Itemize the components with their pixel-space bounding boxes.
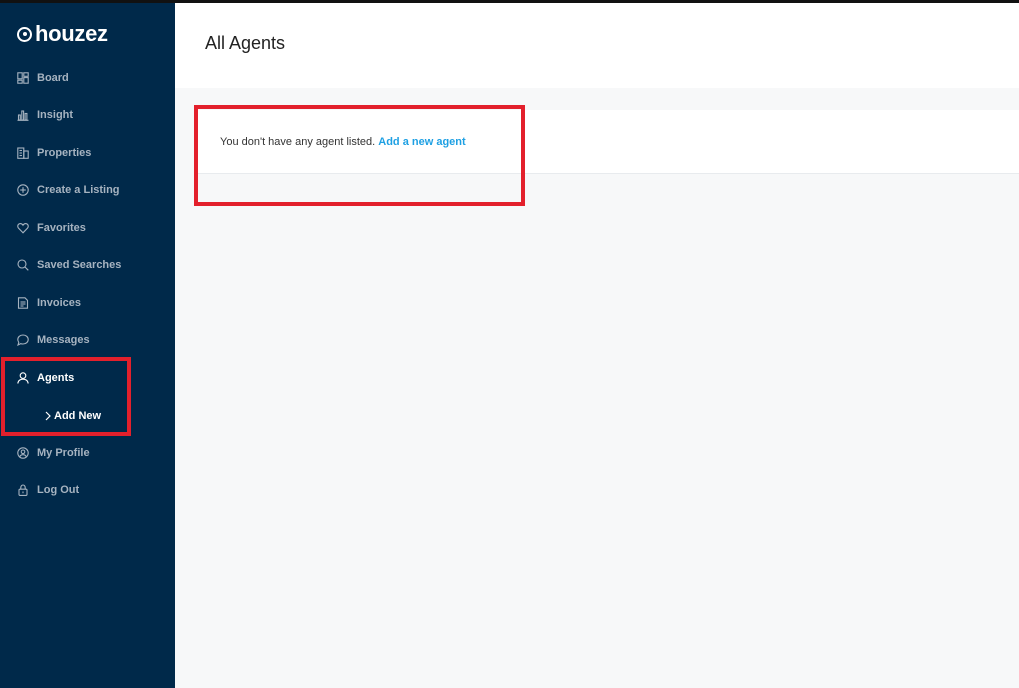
sidebar-item-agents[interactable]: Agents (16, 368, 74, 388)
sidebar-item-log-out[interactable]: Log Out (16, 480, 79, 500)
sidebar-item-board[interactable]: Board (16, 68, 69, 88)
chevron-right-icon (45, 411, 51, 421)
sidebar-item-label: Log Out (37, 484, 80, 496)
plus-circle-icon (16, 183, 30, 197)
sidebar-item-label: My Profile (37, 447, 90, 459)
empty-state-text: You don't have any agent listed. (220, 136, 376, 148)
chat-icon (16, 333, 30, 347)
bar-chart-icon (16, 108, 30, 122)
sidebar-item-label: Board (37, 72, 69, 84)
sidebar-item-saved-searches[interactable]: Saved Searches (16, 255, 121, 275)
sidebar-item-label: Create a Listing (37, 184, 120, 196)
invoice-icon (16, 296, 30, 310)
sidebar-subitem-label: Add New (54, 410, 102, 422)
heart-icon (16, 221, 30, 235)
lock-icon (16, 483, 30, 497)
sidebar-subitem-add-new[interactable]: Add New (44, 406, 101, 426)
page-header: All Agents (175, 3, 1019, 88)
sidebar-item-label: Saved Searches (37, 259, 122, 271)
search-icon (16, 258, 30, 272)
empty-state-message: You don't have any agent listed. Add a n… (220, 136, 466, 148)
user-icon (16, 371, 30, 385)
sidebar-item-label: Insight (37, 109, 74, 121)
profile-icon (16, 446, 30, 460)
sidebar-item-label: Properties (37, 147, 92, 159)
sidebar-item-label: Agents (37, 372, 75, 384)
sidebar-item-invoices[interactable]: Invoices (16, 293, 81, 313)
add-new-agent-link[interactable]: Add a new agent (378, 136, 465, 148)
sidebar-item-label: Messages (37, 334, 90, 346)
board-icon (16, 71, 30, 85)
sidebar-item-messages[interactable]: Messages (16, 330, 90, 350)
building-icon (16, 146, 30, 160)
page-title: All Agents (205, 33, 286, 53)
logo-mark-icon (17, 26, 32, 42)
logo-text: houzez (35, 21, 108, 46)
sidebar-item-properties[interactable]: Properties (16, 143, 91, 163)
top-border (0, 0, 1019, 3)
sidebar-item-my-profile[interactable]: My Profile (16, 443, 90, 463)
sidebar: houzez Board Insight Properties Create a… (0, 0, 175, 688)
agents-card: You don't have any agent listed. Add a n… (196, 110, 1019, 174)
logo[interactable]: houzez (17, 22, 108, 46)
sidebar-item-create-listing[interactable]: Create a Listing (16, 180, 120, 200)
sidebar-item-label: Invoices (37, 297, 82, 309)
sidebar-item-favorites[interactable]: Favorites (16, 218, 86, 238)
sidebar-item-insight[interactable]: Insight (16, 105, 73, 125)
sidebar-item-label: Favorites (37, 222, 86, 234)
